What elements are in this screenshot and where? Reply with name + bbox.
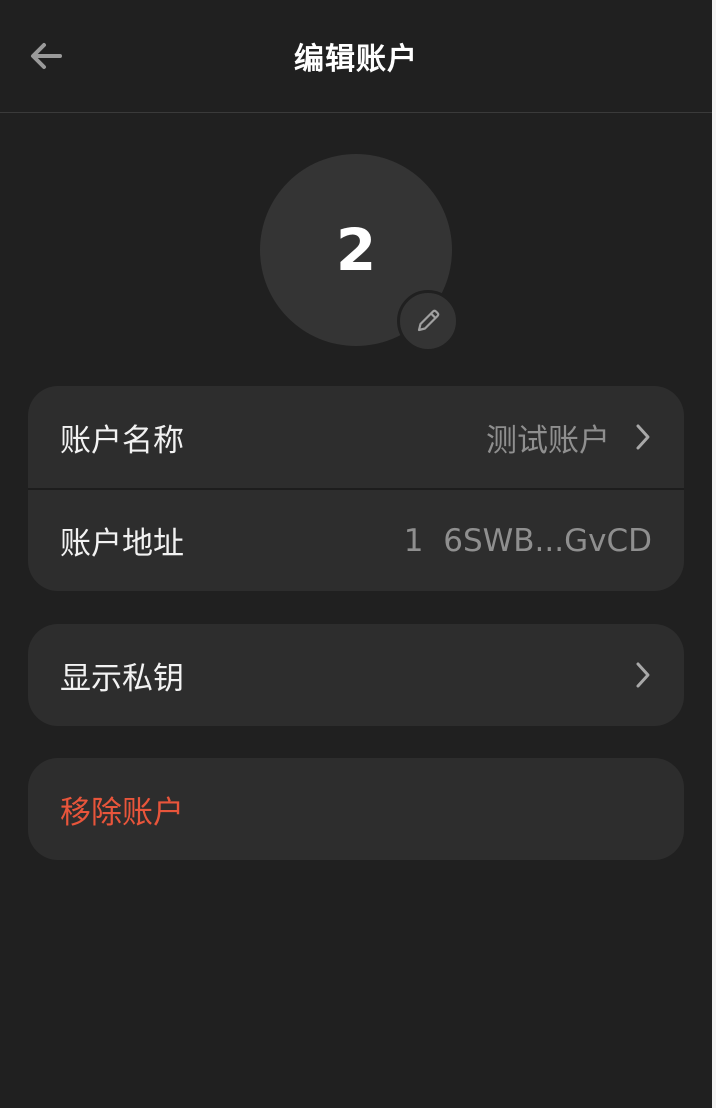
show-private-key-row[interactable]: 显示私钥	[28, 624, 684, 726]
avatar-text: 2	[335, 216, 377, 284]
chevron-right-icon	[634, 422, 652, 452]
chevron-right-icon	[634, 660, 652, 690]
account-name-label: 账户名称	[60, 422, 184, 459]
private-key-card: 显示私钥	[28, 624, 684, 726]
account-address-value: 1 6SWB...GvCD	[403, 522, 652, 559]
page-title: 编辑账户	[294, 42, 418, 77]
show-private-key-label: 显示私钥	[60, 660, 184, 697]
window-edge	[712, 0, 716, 1108]
account-address-row[interactable]: 账户地址 1 6SWB...GvCD	[28, 488, 684, 591]
account-address-label: 账户地址	[60, 526, 184, 562]
edit-avatar-button[interactable]	[397, 290, 459, 352]
account-info-card: 账户名称 测试账户 账户地址 1 6SWB...GvCD	[28, 386, 684, 591]
remove-account-card: 移除账户	[28, 758, 684, 860]
account-name-row[interactable]: 账户名称 测试账户	[28, 386, 684, 488]
pencil-icon	[417, 309, 440, 332]
header-bar: 编辑账户	[0, 0, 712, 113]
account-name-value: 测试账户	[486, 422, 610, 459]
remove-account-button[interactable]: 移除账户	[28, 758, 684, 860]
remove-account-label: 移除账户	[60, 794, 184, 831]
